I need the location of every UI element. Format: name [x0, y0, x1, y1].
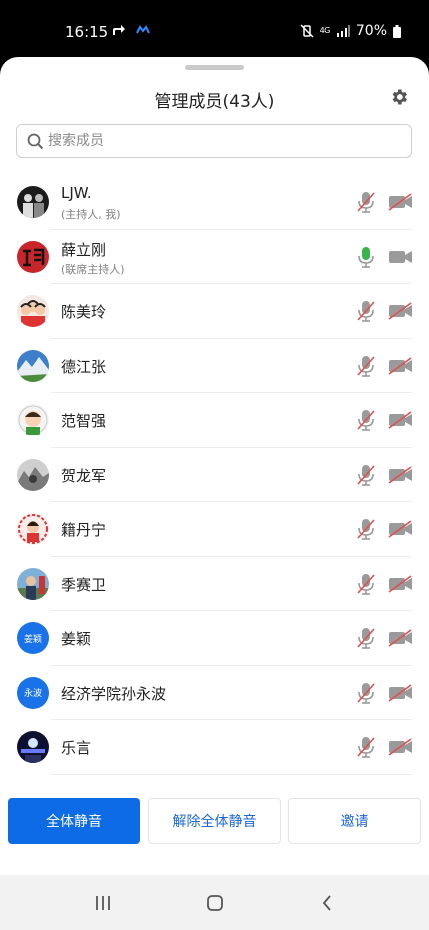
system-nav-bar — [0, 875, 429, 930]
unmute-all-button[interactable]: 解除全体静音 — [148, 798, 281, 844]
camera-off-icon[interactable] — [388, 465, 413, 484]
battery-icon — [393, 24, 401, 38]
mic-muted-icon[interactable] — [357, 736, 375, 758]
member-row[interactable]: 范智强 — [0, 393, 429, 448]
member-row[interactable]: 德江张 — [0, 339, 429, 393]
member-name: 经济学院孙永波 — [61, 684, 167, 703]
member-name: 贺龙军 — [61, 466, 107, 485]
row-divider — [51, 773, 412, 775]
mic-muted-icon[interactable] — [357, 682, 375, 704]
camera-off-icon[interactable] — [388, 411, 413, 429]
avatar — [17, 349, 49, 382]
back-button[interactable] — [315, 893, 339, 913]
avatar — [17, 186, 49, 218]
avatar — [17, 731, 49, 763]
manage-members-sheet: 管理成员(43人) LJW. (主持人, 我) 薛立刚 (联席 — [0, 57, 429, 875]
member-name: 德江张 — [61, 357, 107, 376]
mic-muted-icon[interactable] — [357, 518, 375, 540]
home-button[interactable] — [203, 893, 227, 913]
gear-icon[interactable] — [389, 87, 409, 107]
mute-all-button[interactable]: 全体静音 — [8, 798, 140, 844]
camera-off-icon[interactable] — [388, 520, 413, 538]
camera-off-icon[interactable] — [388, 738, 413, 756]
search-input[interactable] — [48, 131, 398, 151]
member-name: 薛立刚 — [61, 240, 107, 259]
camera-off-icon[interactable] — [388, 574, 413, 593]
mic-muted-icon[interactable] — [357, 300, 375, 322]
invite-button[interactable]: 邀请 — [288, 798, 421, 844]
member-row[interactable]: 陈美玲 — [0, 284, 429, 339]
signal-icon — [336, 25, 350, 37]
camera-off-icon[interactable] — [388, 193, 413, 211]
member-role: (联席主持人) — [61, 262, 125, 276]
member-name: 姜颖 — [61, 630, 92, 648]
member-name: LJW. — [61, 184, 92, 202]
member-name: 范智强 — [61, 412, 107, 430]
camera-off-icon[interactable] — [388, 629, 413, 647]
camera-on-icon[interactable] — [388, 248, 413, 266]
member-name: 籍丹宁 — [61, 521, 107, 539]
member-row[interactable]: 乐言 — [0, 720, 429, 775]
member-row[interactable]: 姜颖 姜颖 — [0, 611, 429, 666]
mic-muted-icon[interactable] — [357, 627, 375, 649]
member-row[interactable]: LJW. (主持人, 我) — [0, 175, 429, 230]
home-icon — [207, 895, 223, 911]
page-title: 管理成员(43人) — [154, 92, 275, 112]
member-row[interactable]: 籍丹宁 — [0, 502, 429, 557]
network-type: 4G — [319, 26, 331, 35]
share-icon — [113, 25, 125, 35]
recent-apps-icon — [96, 896, 110, 910]
status-right: 4G 70% — [300, 23, 401, 39]
back-icon — [322, 895, 331, 911]
drag-handle[interactable] — [185, 65, 244, 70]
battery-percent: 70% — [355, 23, 387, 39]
recent-apps-button[interactable] — [91, 893, 115, 913]
member-name: 陈美玲 — [61, 303, 107, 321]
avatar: 永波 — [17, 676, 49, 709]
camera-off-icon[interactable] — [388, 356, 413, 375]
notification-icons — [112, 24, 150, 36]
mic-muted-icon[interactable] — [357, 464, 375, 486]
mic-on-icon[interactable] — [357, 246, 375, 268]
search-icon — [27, 133, 44, 150]
avatar — [17, 295, 49, 327]
member-list: LJW. (主持人, 我) 薛立刚 (联席主持人) 陈美玲 德江张 范智强 贺龙… — [0, 175, 429, 775]
member-row[interactable]: 薛立刚 (联席主持人) — [0, 230, 429, 284]
search-box[interactable] — [16, 124, 412, 158]
camera-off-icon[interactable] — [388, 683, 413, 702]
mic-muted-icon[interactable] — [357, 409, 375, 431]
member-name: 乐言 — [61, 739, 92, 757]
avatar — [17, 240, 49, 273]
member-role: (主持人, 我) — [61, 208, 121, 221]
member-row[interactable]: 季赛卫 — [0, 557, 429, 611]
avatar — [17, 513, 49, 545]
avatar — [17, 567, 49, 600]
mic-muted-icon[interactable] — [357, 573, 375, 595]
member-row[interactable]: 贺龙军 — [0, 448, 429, 502]
mic-muted-icon[interactable] — [357, 191, 375, 213]
member-row[interactable]: 永波 经济学院孙永波 — [0, 666, 429, 720]
status-time: 16:15 — [65, 23, 109, 41]
mic-muted-icon[interactable] — [357, 355, 375, 377]
avatar — [17, 404, 49, 436]
status-bar: 16:15 4G 70% — [0, 0, 429, 60]
member-name: 季赛卫 — [61, 575, 107, 594]
mute-vibrate-icon — [300, 24, 314, 38]
avatar — [17, 458, 49, 491]
camera-off-icon[interactable] — [388, 302, 413, 320]
avatar: 姜颖 — [17, 622, 49, 654]
meeting-app-icon — [136, 25, 150, 34]
